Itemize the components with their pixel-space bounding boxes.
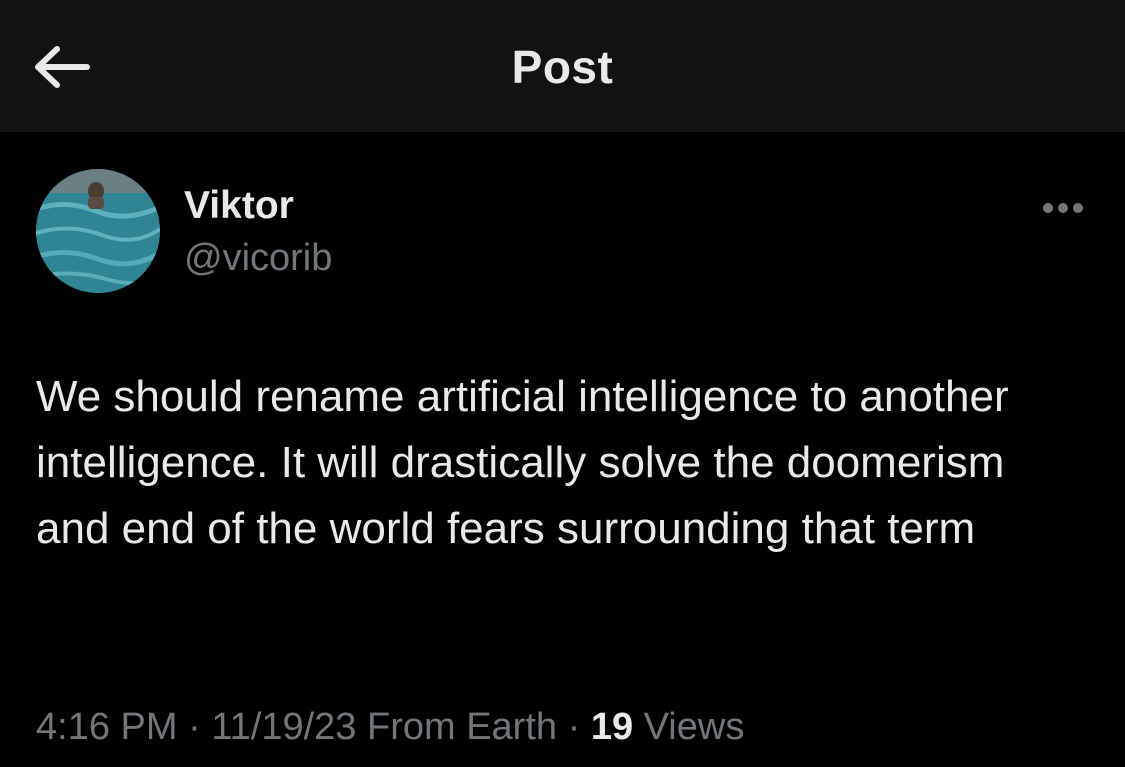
separator: · — [177, 706, 212, 748]
separator: · — [557, 706, 591, 748]
author-handle[interactable]: @vicorib — [184, 234, 332, 282]
views-count[interactable]: 19 — [591, 706, 633, 748]
author-name[interactable]: Viktor — [184, 182, 294, 230]
post-text: We should rename artificial intelligence… — [36, 372, 1009, 553]
views-label[interactable]: Views — [633, 706, 745, 748]
post-date[interactable]: 11/19/23 — [211, 706, 356, 748]
more-options-button[interactable] — [1036, 190, 1090, 226]
more-icon — [1043, 203, 1083, 213]
post-location: From Earth — [356, 706, 558, 748]
top-bar: Post — [0, 0, 1125, 132]
avatar-image — [36, 169, 160, 293]
post-meta: 4:16 PM · 11/19/23 From Earth · 19 Views — [36, 702, 744, 752]
page-title: Post — [511, 41, 614, 93]
avatar[interactable] — [36, 169, 160, 293]
post-time[interactable]: 4:16 PM — [36, 706, 178, 748]
